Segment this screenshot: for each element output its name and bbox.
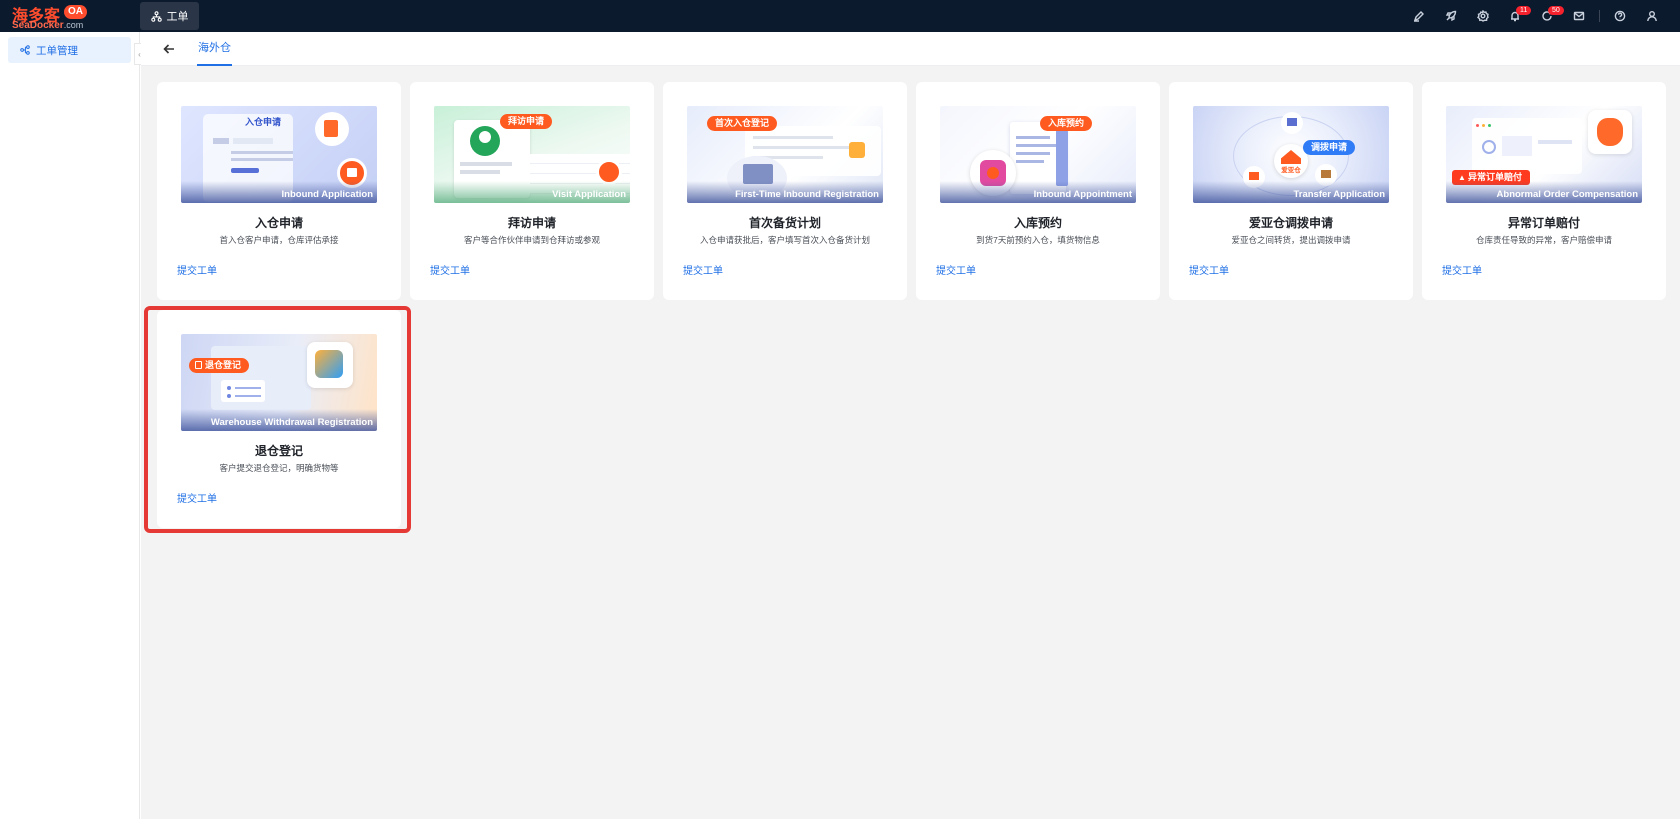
card-image-pill: 调拨申请 bbox=[1303, 140, 1356, 155]
card-image-caption: Inbound Appointment bbox=[940, 181, 1136, 203]
card-description: 入仓申请获批后，客户填写首次入仓备货计划 bbox=[699, 235, 870, 245]
card-image-pill: 入仓申请 bbox=[245, 117, 282, 127]
card-image-center-text: 爱亚仓 bbox=[1281, 167, 1301, 174]
card-description: 到货7天前预约入仓，填货物信息 bbox=[976, 235, 1100, 245]
card-inbound-application[interactable]: 入仓申请 Inbound Application 入仓申请 首入仓客户申请，仓库… bbox=[157, 82, 401, 300]
sidebar-item-label: 工单管理 bbox=[36, 44, 78, 57]
card-image-pill: 入库预约 bbox=[1040, 116, 1093, 131]
logo-badge: OA bbox=[64, 5, 87, 19]
card-image-caption: Visit Application bbox=[434, 181, 630, 203]
card-image: 异常订单赔付 ▲ Abnormal Order Compensation bbox=[1446, 106, 1642, 203]
tasks-button[interactable]: 50 bbox=[1531, 0, 1564, 32]
main-content: 入仓申请 Inbound Application 入仓申请 首入仓客户申请，仓库… bbox=[141, 66, 1680, 819]
card-description: 首入仓客户申请，仓库评估承接 bbox=[219, 235, 339, 245]
back-button[interactable] bbox=[161, 41, 177, 57]
pen-icon bbox=[1413, 11, 1424, 22]
card-image: 首次入仓登记 First-Time Inbound Registration bbox=[687, 106, 883, 203]
mail-button[interactable] bbox=[1563, 0, 1595, 32]
workflow-icon bbox=[20, 45, 30, 55]
workflow-icon bbox=[150, 10, 162, 22]
rocket-icon bbox=[1445, 10, 1457, 22]
submit-workorder-link[interactable]: 提交工单 bbox=[1189, 262, 1229, 277]
card-title: 退仓登记 bbox=[254, 444, 303, 458]
card-image-caption: Abnormal Order Compensation bbox=[1446, 181, 1642, 203]
card-title: 异常订单赔付 bbox=[1507, 216, 1580, 230]
logo[interactable]: 海多客 OA SeaDocker.com bbox=[10, 3, 87, 31]
highlight-pen-button[interactable] bbox=[1403, 0, 1435, 32]
tab-overseas-warehouse[interactable]: 海外仓 bbox=[197, 32, 232, 66]
submit-workorder-link[interactable]: 提交工单 bbox=[177, 490, 217, 505]
sidebar: 工单管理 bbox=[0, 32, 140, 819]
card-title: 拜访申请 bbox=[507, 216, 556, 230]
card-title: 首次备货计划 bbox=[748, 216, 821, 230]
submit-workorder-link[interactable]: 提交工单 bbox=[936, 262, 976, 277]
rocket-button[interactable] bbox=[1435, 0, 1467, 32]
notification-badge: 11 bbox=[1516, 6, 1532, 15]
top-bar: 海多客 OA SeaDocker.com 工单 11 50 bbox=[0, 0, 1680, 32]
card-description: 仓库责任导致的异常，客户赔偿申请 bbox=[1475, 235, 1612, 245]
card-image-pill: 拜访申请 bbox=[500, 114, 553, 129]
breadcrumb: 海外仓 bbox=[141, 32, 1680, 66]
app-tab-workorder[interactable]: 工单 bbox=[140, 2, 199, 30]
arrow-left-icon bbox=[163, 44, 174, 54]
card-transfer-application[interactable]: 爱亚仓 调拨申请 Transfer Application 爱亚仓调拨申请 爱亚… bbox=[1169, 82, 1413, 300]
card-warehouse-withdrawal[interactable]: 退仓登记 Warehouse Withdrawal Registration 退… bbox=[157, 310, 401, 528]
submit-workorder-link[interactable]: 提交工单 bbox=[177, 262, 217, 277]
card-image: 拜访申请 Visit Application bbox=[434, 106, 630, 203]
card-title: 入库预约 bbox=[1013, 216, 1062, 230]
card-title: 爱亚仓调拨申请 bbox=[1248, 216, 1333, 230]
card-description: 客户等合作伙伴申请到仓拜访或参观 bbox=[463, 235, 600, 245]
tasks-badge: 50 bbox=[1548, 6, 1564, 15]
help-button[interactable] bbox=[1604, 0, 1636, 32]
card-image: 爱亚仓 调拨申请 Transfer Application bbox=[1193, 106, 1389, 203]
card-image-caption: Warehouse Withdrawal Registration bbox=[181, 409, 377, 431]
app-tab-label: 工单 bbox=[166, 11, 189, 23]
card-abnormal-order-compensation[interactable]: 异常订单赔付 ▲ Abnormal Order Compensation 异常订… bbox=[1422, 82, 1666, 300]
user-icon bbox=[1647, 11, 1657, 22]
card-visit-application[interactable]: 拜访申请 Visit Application 拜访申请 客户等合作伙伴申请到仓拜… bbox=[410, 82, 654, 300]
submit-workorder-link[interactable]: 提交工单 bbox=[430, 262, 470, 277]
logo-subtext: SeaDocker.com bbox=[12, 20, 84, 31]
card-image: 退仓登记 Warehouse Withdrawal Registration bbox=[181, 334, 377, 431]
card-first-time-inbound[interactable]: 首次入仓登记 First-Time Inbound Registration 首… bbox=[663, 82, 907, 300]
notification-button[interactable]: 11 bbox=[1499, 0, 1532, 32]
exit-icon bbox=[195, 361, 202, 369]
settings-button[interactable] bbox=[1467, 0, 1499, 32]
submit-workorder-link[interactable]: 提交工单 bbox=[1442, 262, 1482, 277]
card-image: 入库预约 Inbound Appointment bbox=[940, 106, 1136, 203]
card-image: 入仓申请 Inbound Application bbox=[181, 106, 377, 203]
user-button[interactable] bbox=[1636, 0, 1668, 32]
card-image-caption: Transfer Application bbox=[1193, 181, 1389, 203]
card-image-caption: Inbound Application bbox=[181, 181, 377, 203]
card-inbound-appointment[interactable]: 入库预约 Inbound Appointment 入库预约 到货7天前预约入仓，… bbox=[916, 82, 1160, 300]
card-description: 爱亚仓之间转货，提出调拨申请 bbox=[1231, 235, 1351, 245]
help-icon bbox=[1614, 10, 1626, 22]
submit-workorder-link[interactable]: 提交工单 bbox=[683, 262, 723, 277]
card-description: 客户提交退仓登记，明确货物等 bbox=[219, 463, 339, 473]
toolbar-icons: 11 50 bbox=[1403, 0, 1668, 32]
sidebar-item-workorder-management[interactable]: 工单管理 bbox=[8, 37, 131, 63]
gear-icon bbox=[1477, 10, 1489, 22]
mail-icon bbox=[1573, 11, 1585, 21]
toolbar-divider bbox=[1599, 10, 1600, 22]
card-image-caption: First-Time Inbound Registration bbox=[687, 181, 883, 203]
card-image-pill: 首次入仓登记 bbox=[707, 116, 778, 131]
card-title: 入仓申请 bbox=[254, 216, 303, 230]
